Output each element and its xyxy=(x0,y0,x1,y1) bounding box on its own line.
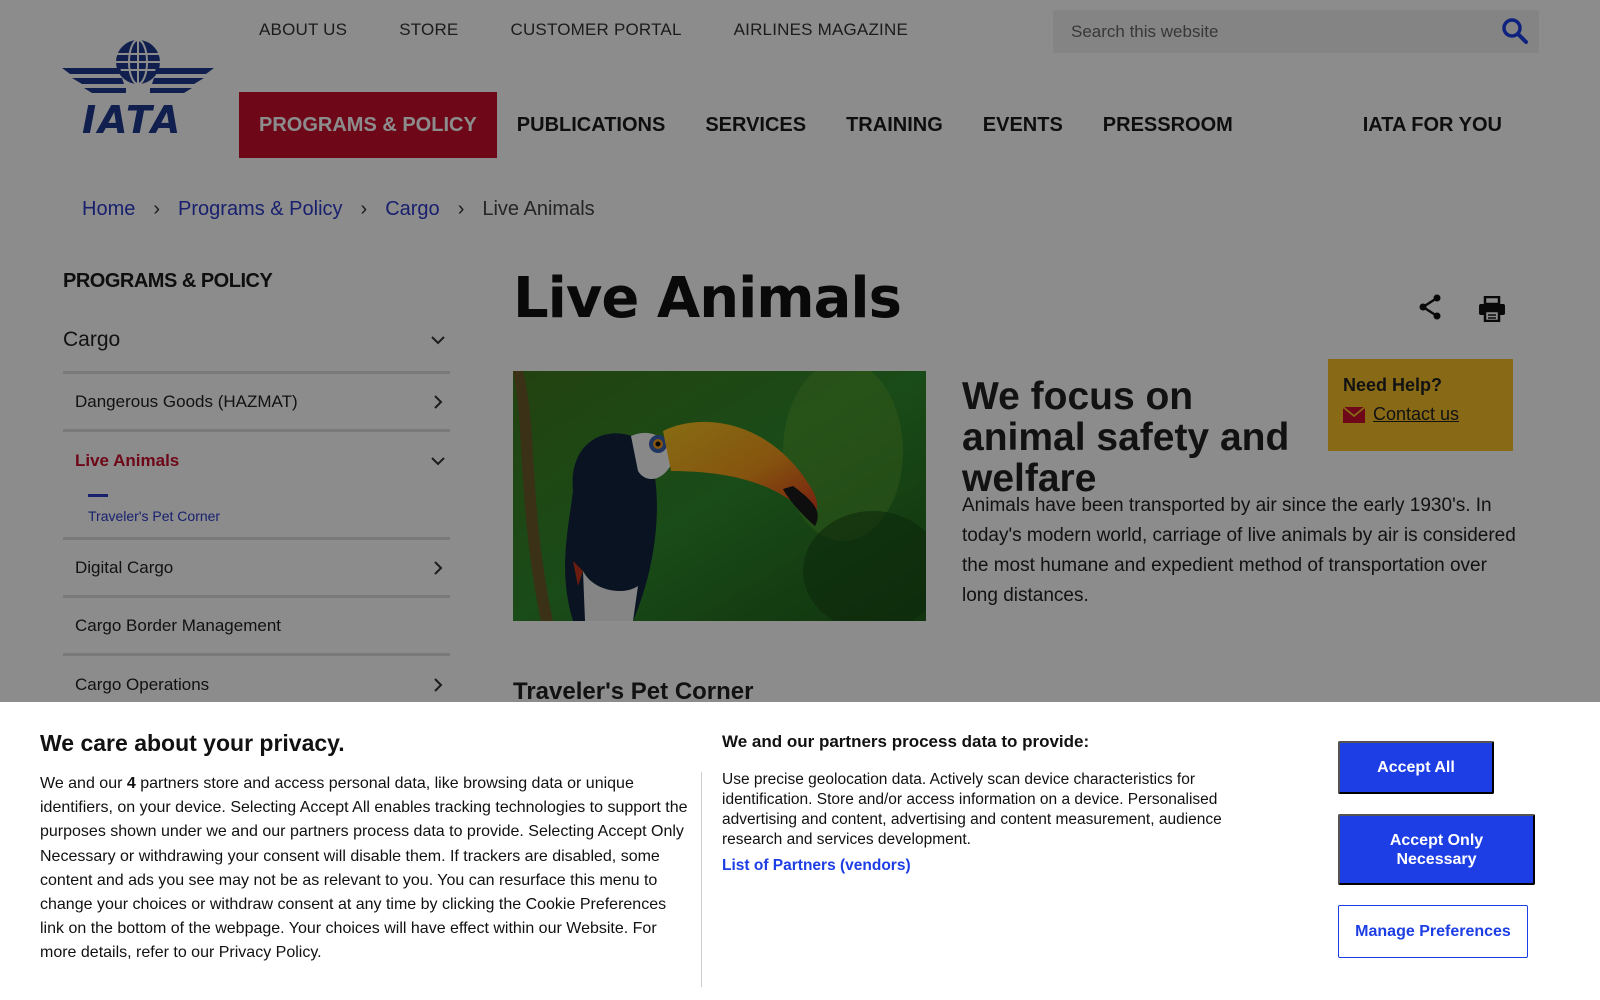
modal-backdrop xyxy=(0,0,1600,702)
manage-preferences-button[interactable]: Manage Preferences xyxy=(1338,905,1528,958)
partners-list-link[interactable]: List of Partners (vendors) xyxy=(722,857,911,875)
cookie-divider xyxy=(701,772,702,987)
cookie-consent-banner: We care about your privacy. We and our 4… xyxy=(0,702,1600,1000)
accept-all-button[interactable]: Accept All xyxy=(1338,741,1494,794)
cookie-purposes-title: We and our partners process data to prov… xyxy=(722,732,1090,751)
cookie-body: We and our 4 partners store and access p… xyxy=(40,772,690,966)
cookie-purposes-body: Use precise geolocation data. Actively s… xyxy=(722,771,1222,848)
cookie-body-pre: We and our xyxy=(40,775,127,792)
cookie-body-post: partners store and access personal data,… xyxy=(40,775,688,962)
cookie-partner-count: 4 xyxy=(126,775,136,792)
cookie-title: We care about your privacy. xyxy=(40,730,345,756)
accept-only-necessary-button[interactable]: Accept Only Necessary xyxy=(1338,814,1535,885)
